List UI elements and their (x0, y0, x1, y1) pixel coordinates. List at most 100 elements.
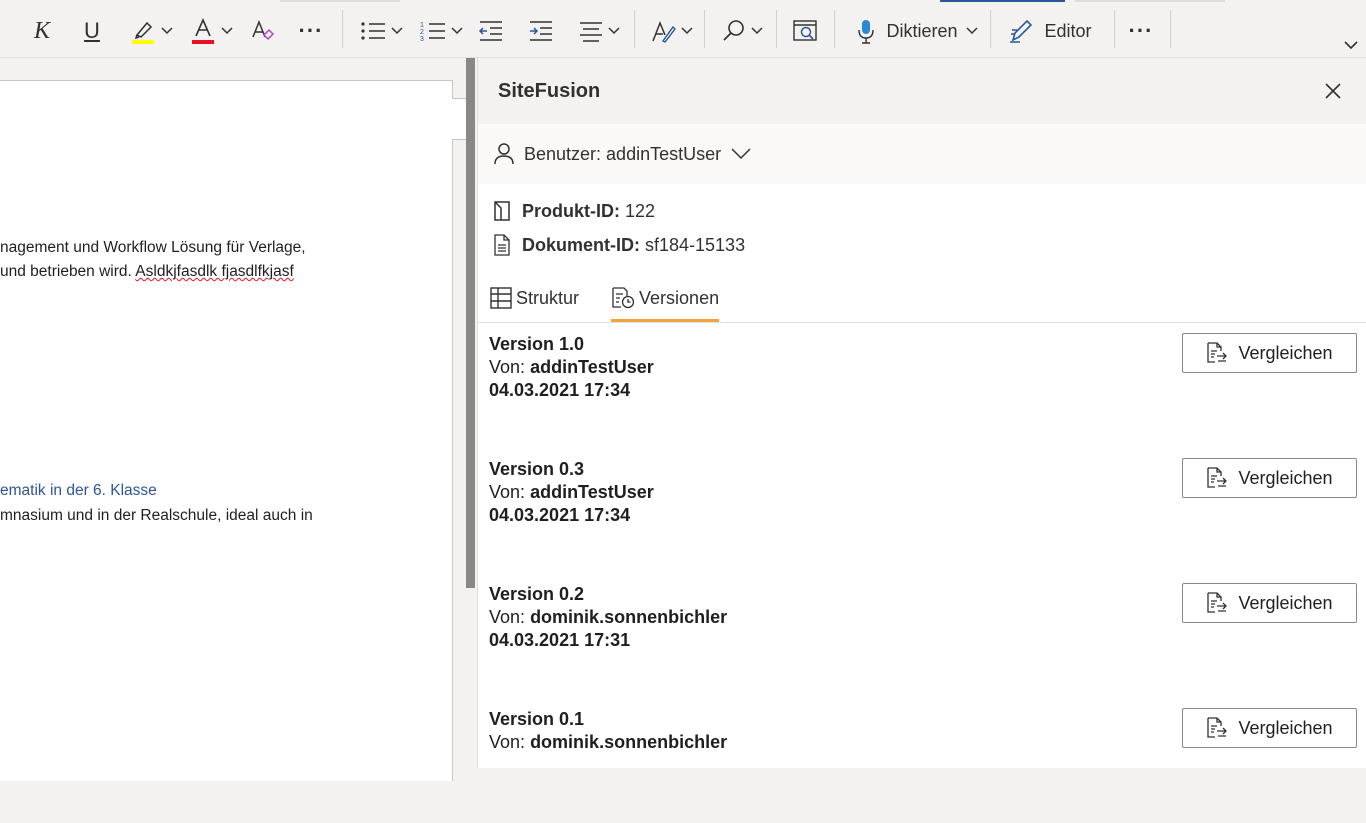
clear-formatting-button[interactable] (244, 12, 280, 50)
list-item: Version 0.1 Von: dominik.sonnenbichler V… (478, 698, 1366, 823)
document-search-icon (793, 20, 817, 41)
chevron-down-icon (681, 27, 693, 35)
align-button[interactable] (574, 12, 624, 50)
product-id-row: Produkt-ID: 122 (478, 194, 1366, 228)
table-icon (490, 287, 512, 309)
expand-ribbon-button[interactable] (1338, 30, 1364, 60)
ribbon-tab-indicator (280, 0, 400, 2)
product-id-label: Produkt-ID: (522, 200, 620, 221)
compare-icon (1207, 592, 1228, 613)
chevron-down-icon (608, 27, 620, 35)
chevron-down-icon (731, 148, 751, 160)
tab-struktur[interactable]: Struktur (490, 274, 579, 322)
compare-label: Vergleichen (1238, 342, 1333, 363)
ribbon-separator (834, 10, 835, 48)
increase-indent-icon (530, 21, 552, 41)
version-by-label: Von: (489, 482, 526, 502)
version-history-icon (612, 287, 635, 309)
italic-button[interactable]: K (24, 12, 60, 50)
editor-label: Editor (1044, 20, 1092, 41)
version-user: addinTestUser (530, 357, 654, 377)
document-page[interactable]: nagement und Workflow Lösung für Verlage… (0, 80, 453, 781)
editor-button[interactable]: Editor (1004, 12, 1096, 50)
highlighter-icon (132, 21, 154, 44)
styles-icon (652, 20, 676, 43)
ribbon-toolbar: K U ··· 1 2 3 Diktieren Editor ··· (0, 0, 1366, 58)
compare-button[interactable]: Vergleichen (1182, 583, 1357, 623)
ribbon-separator (1114, 10, 1115, 48)
decrease-indent-icon (478, 21, 502, 41)
align-center-icon (580, 22, 602, 42)
version-title: Version 0.2 (489, 584, 585, 604)
compare-button[interactable]: Vergleichen (1182, 708, 1357, 748)
reuse-files-button[interactable] (788, 12, 822, 50)
chevron-down-icon (965, 27, 978, 35)
product-icon (494, 201, 510, 221)
user-selector[interactable]: Benutzer: addinTestUser (478, 124, 1366, 184)
tab-struktur-label: Struktur (516, 287, 580, 308)
version-user: addinTestUser (530, 482, 654, 502)
ribbon-separator (1170, 10, 1171, 48)
svg-text:1: 1 (420, 22, 424, 29)
clear-formatting-icon (252, 19, 275, 41)
numbered-list-icon: 1 2 3 (420, 22, 445, 43)
pane-tabs: Struktur Versionen (478, 268, 1366, 323)
numbering-button[interactable]: 1 2 3 (416, 12, 466, 50)
microphone-icon (858, 20, 875, 44)
version-by-label: Von: (489, 357, 526, 377)
decrease-indent-button[interactable] (474, 12, 508, 50)
font-color-icon (192, 18, 214, 44)
version-title: Version 1.0 (489, 334, 585, 354)
chevron-down-icon (1344, 40, 1358, 49)
product-id-value: 122 (625, 200, 656, 221)
increase-indent-button[interactable] (524, 12, 558, 50)
document-heading-line: ematik in der 6. Klasse (0, 482, 157, 499)
document-id-value: sf184-15133 (645, 234, 746, 255)
document-text: und betrieben wird. (0, 263, 132, 280)
compare-label: Vergleichen (1238, 592, 1333, 613)
pane-title: SiteFusion (498, 79, 601, 102)
compare-label: Vergleichen (1238, 467, 1333, 488)
ribbon-tab-indicator-active (940, 0, 1065, 2)
ribbon-separator (342, 10, 343, 48)
misspelled-text[interactable]: Asldkjfasdlk fjasdlfkjasf (135, 263, 294, 280)
ribbon-tab-indicator (1075, 0, 1225, 2)
document-id-label: Dokument-ID: (522, 234, 640, 255)
compare-icon (1207, 342, 1228, 363)
compare-button[interactable]: Vergleichen (1182, 458, 1357, 498)
list-item: Version 0.2 Von: dominik.sonnenbichler 0… (478, 573, 1366, 698)
bullets-button[interactable] (356, 12, 406, 50)
bullet-list-icon (361, 22, 385, 40)
task-pane: SiteFusion Benutzer: addinTestUser Produ… (477, 58, 1366, 768)
compare-button[interactable]: Vergleichen (1182, 333, 1357, 373)
ribbon-separator (634, 10, 635, 48)
styles-button[interactable] (646, 12, 696, 50)
document-text-line: nagement und Workflow Lösung für Verlage… (0, 239, 306, 256)
find-button[interactable] (716, 12, 768, 50)
chevron-down-icon (221, 27, 233, 35)
person-icon (494, 143, 514, 165)
more-icon: ··· (298, 18, 324, 43)
more-options-button[interactable]: ··· (1122, 12, 1160, 50)
version-date: 04.03.2021 17:34 (489, 380, 631, 400)
dictate-button[interactable]: Diktieren (852, 12, 982, 50)
compare-label: Vergleichen (1238, 717, 1333, 738)
version-date: 04.03.2021 17:31 (489, 630, 631, 650)
more-font-options-button[interactable]: ··· (292, 12, 330, 50)
list-item: Version 0.3 Von: addinTestUser 04.03.202… (478, 448, 1366, 573)
tab-versionen[interactable]: Versionen (611, 274, 720, 322)
highlight-button[interactable] (126, 12, 176, 50)
version-user: dominik.sonnenbichler (530, 732, 728, 752)
user-label: Benutzer: addinTestUser (524, 143, 722, 164)
font-color-button[interactable] (186, 12, 236, 50)
pane-splitter[interactable] (466, 58, 475, 588)
document-text-line: mnasium und in der Realschule, ideal auc… (0, 507, 313, 524)
editor-pen-icon (1010, 19, 1033, 43)
more-icon: ··· (1128, 18, 1154, 43)
underline-button[interactable]: U (74, 12, 110, 50)
close-icon[interactable] (1325, 83, 1341, 99)
compare-icon (1207, 467, 1228, 488)
chevron-down-icon (751, 27, 763, 35)
compare-icon (1207, 717, 1228, 738)
version-date: 04.03.2021 17:34 (489, 505, 631, 525)
